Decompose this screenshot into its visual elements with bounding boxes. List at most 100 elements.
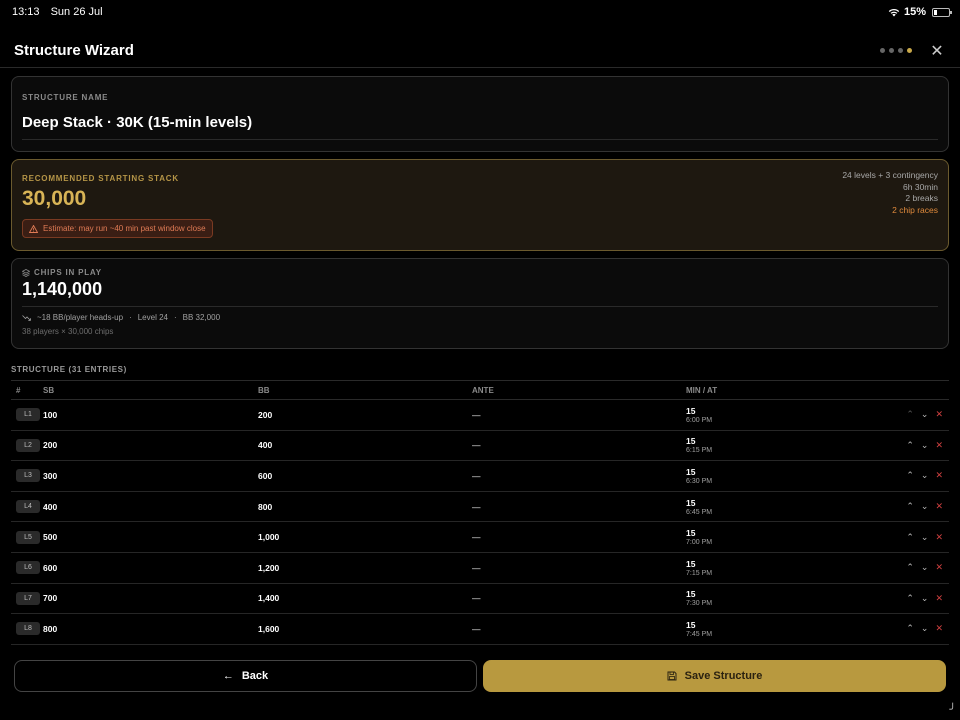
save-button-label: Save Structure — [684, 670, 763, 682]
delete-icon[interactable]: ✕ — [935, 532, 943, 543]
battery-percent: 15% — [903, 6, 926, 18]
chevron-down-icon[interactable]: ⌄ — [921, 623, 929, 634]
chevron-up-icon[interactable]: ⌃ — [906, 440, 914, 451]
bb-cell[interactable]: 600 — [258, 471, 472, 481]
status-date: Sun 26 Jul — [50, 6, 103, 18]
stat-levels: 24 levels + 3 contingency — [842, 170, 938, 180]
structure-section-title: STRUCTURE (31 ENTRIES) — [11, 365, 127, 374]
back-button-label: Back — [241, 670, 269, 682]
chevron-up-icon[interactable]: ⌃ — [906, 470, 914, 481]
delete-icon[interactable]: ✕ — [935, 440, 943, 451]
delete-icon[interactable]: ✕ — [935, 593, 943, 604]
chevron-up-icon[interactable]: ⌃ — [906, 501, 914, 512]
chevron-down-icon[interactable]: ⌄ — [921, 470, 929, 481]
ante-cell[interactable]: — — [472, 440, 686, 450]
estimate-warning: Estimate: may run ~40 min past window cl… — [22, 219, 213, 238]
sb-cell[interactable]: 400 — [43, 502, 258, 512]
table-row[interactable]: L6 600 1,200 — 15 7:15 PM ⌃ ⌄ ✕ — [11, 553, 949, 584]
chevron-down-icon[interactable]: ⌄ — [921, 501, 929, 512]
row-actions: ⌃ ⌄ ✕ — [886, 440, 949, 451]
chevron-down-icon[interactable]: ⌄ — [921, 532, 929, 543]
table-header: # SB BB ANTE MIN / AT — [11, 380, 949, 400]
bb-cell[interactable]: 800 — [258, 502, 472, 512]
bb-cell[interactable]: 1,400 — [258, 593, 472, 603]
table-row[interactable]: L7 700 1,400 — 15 7:30 PM ⌃ ⌄ ✕ — [11, 584, 949, 615]
starting-stack-value: 30,000 — [22, 187, 87, 210]
delete-icon[interactable]: ✕ — [935, 501, 943, 512]
chevron-up-icon[interactable]: ⌃ — [906, 593, 914, 604]
min-at-cell[interactable]: 15 7:45 PM — [686, 620, 886, 638]
delete-icon[interactable]: ✕ — [935, 409, 943, 420]
close-button[interactable]: ✕ — [926, 40, 948, 62]
min-at-cell[interactable]: 15 7:15 PM — [686, 559, 886, 577]
ante-cell[interactable]: — — [472, 410, 686, 420]
min-at-cell[interactable]: 15 6:15 PM — [686, 436, 886, 454]
save-structure-button[interactable]: Save Structure — [483, 660, 946, 692]
level-badge: L1 — [16, 408, 40, 422]
min-at-cell[interactable]: 15 7:00 PM — [686, 528, 886, 546]
minutes-value: 15 — [686, 558, 696, 569]
back-button[interactable]: ← Back — [14, 660, 477, 692]
bb-cell[interactable]: 1,000 — [258, 532, 472, 542]
estimate-warning-text: Estimate: may run ~40 min past window cl… — [43, 224, 206, 233]
bb-cell[interactable]: 200 — [258, 410, 472, 420]
row-actions: ⌃ ⌄ ✕ — [886, 501, 949, 512]
min-at-cell[interactable]: 15 6:30 PM — [686, 467, 886, 485]
chevron-up-icon[interactable]: ⌃ — [906, 409, 914, 420]
min-at-cell[interactable]: 15 6:00 PM — [686, 406, 886, 424]
chevron-down-icon[interactable]: ⌄ — [921, 593, 929, 604]
chips-in-play-header: CHIPS IN PLAY — [22, 268, 938, 277]
chevron-down-icon[interactable]: ⌄ — [921, 440, 929, 451]
close-icon: ✕ — [930, 42, 944, 60]
table-row[interactable]: L5 500 1,000 — 15 7:00 PM ⌃ ⌄ ✕ — [11, 522, 949, 553]
table-row[interactable]: L4 400 800 — 15 6:45 PM ⌃ ⌄ ✕ — [11, 492, 949, 523]
chips-meta-level: Level 24 — [137, 313, 168, 322]
table-row[interactable]: L2 200 400 — 15 6:15 PM ⌃ ⌄ ✕ — [11, 431, 949, 462]
ante-cell[interactable]: — — [472, 624, 686, 634]
row-actions: ⌃ ⌄ ✕ — [886, 562, 949, 573]
min-at-cell[interactable]: 15 6:45 PM — [686, 498, 886, 516]
bb-cell[interactable]: 1,600 — [258, 624, 472, 634]
table-row[interactable]: L8 800 1,600 — 15 7:45 PM ⌃ ⌄ ✕ — [11, 614, 949, 645]
ante-cell[interactable]: — — [472, 471, 686, 481]
delete-icon[interactable]: ✕ — [935, 470, 943, 481]
sb-cell[interactable]: 200 — [43, 440, 258, 450]
start-time: 6:00 PM — [686, 416, 713, 424]
chevron-down-icon[interactable]: ⌄ — [921, 562, 929, 573]
sb-cell[interactable]: 600 — [43, 563, 258, 573]
bb-cell[interactable]: 1,200 — [258, 563, 472, 573]
ante-cell[interactable]: — — [472, 532, 686, 542]
separator-dot: · — [129, 313, 132, 322]
start-time: 7:30 PM — [686, 600, 713, 608]
delete-icon[interactable]: ✕ — [935, 623, 943, 634]
sb-cell[interactable]: 500 — [43, 532, 258, 542]
ante-cell[interactable]: — — [472, 593, 686, 603]
chips-meta-bb: BB 32,000 — [182, 313, 221, 322]
min-at-cell[interactable]: 15 7:30 PM — [686, 589, 886, 607]
chevron-up-icon[interactable]: ⌃ — [906, 562, 914, 573]
structure-name-field[interactable]: Deep Stack · 30K (15-min levels) — [22, 114, 938, 140]
step-dot — [889, 48, 894, 53]
row-actions: ⌃ ⌄ ✕ — [886, 623, 949, 634]
battery-icon — [932, 7, 952, 17]
ante-cell[interactable]: — — [472, 502, 686, 512]
table-row[interactable]: L1 100 200 — 15 6:00 PM ⌃ ⌄ ✕ — [11, 400, 949, 431]
chevron-up-icon[interactable]: ⌃ — [906, 532, 914, 543]
chevron-down-icon[interactable]: ⌄ — [921, 409, 929, 420]
wizard-header: Structure Wizard ✕ — [0, 34, 960, 68]
sb-cell[interactable]: 100 — [43, 410, 258, 420]
table-row[interactable]: L3 300 600 — 15 6:30 PM ⌃ ⌄ ✕ — [11, 461, 949, 492]
structure-name-label: STRUCTURE NAME — [22, 93, 109, 102]
arrow-left-icon: ← — [222, 670, 234, 682]
trend-down-icon — [22, 314, 31, 321]
bb-cell[interactable]: 400 — [258, 440, 472, 450]
structure-name-card: STRUCTURE NAME Deep Stack · 30K (15-min … — [11, 76, 949, 152]
chevron-up-icon[interactable]: ⌃ — [906, 623, 914, 634]
sb-cell[interactable]: 700 — [43, 593, 258, 603]
step-dot — [898, 48, 903, 53]
ante-cell[interactable]: — — [472, 563, 686, 573]
delete-icon[interactable]: ✕ — [935, 562, 943, 573]
sb-cell[interactable]: 300 — [43, 471, 258, 481]
col-header-bb: BB — [258, 385, 270, 395]
sb-cell[interactable]: 800 — [43, 624, 258, 634]
